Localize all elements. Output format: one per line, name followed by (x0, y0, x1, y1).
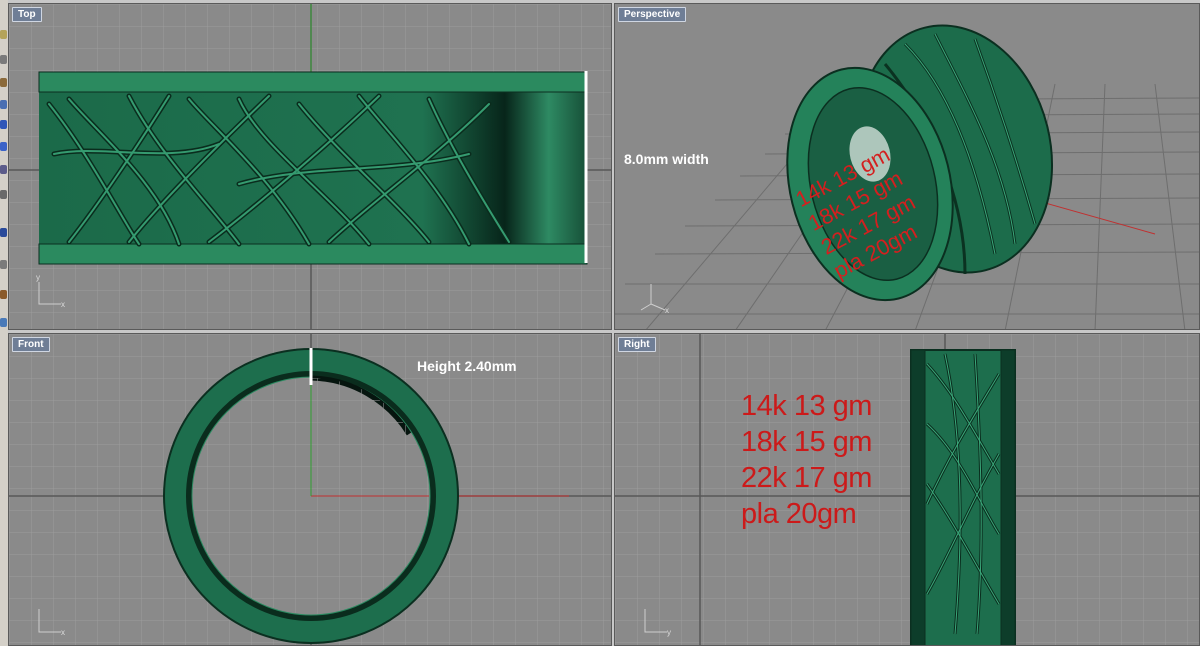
svg-text:y: y (667, 628, 671, 637)
ring-right-view (910, 349, 1016, 645)
viewport-label-perspective[interactable]: Perspective (618, 7, 687, 22)
toolbar-tool-icon[interactable] (0, 290, 7, 299)
toolbar-tool-icon[interactable] (0, 120, 7, 129)
right-view-canvas: y (615, 334, 1199, 645)
toolbar-tool-icon[interactable] (0, 190, 7, 199)
viewport-label-front[interactable]: Front (12, 337, 50, 352)
svg-text:x: x (61, 300, 65, 309)
viewport-front[interactable]: Front x Height 2.40mm (8, 333, 612, 646)
svg-text:x: x (665, 306, 669, 315)
toolbar-tool-icon[interactable] (0, 260, 7, 269)
viewport-perspective[interactable]: Perspective x 8.0mm width 14k 13 gm 18k … (614, 3, 1200, 330)
toolbar-tool-icon[interactable] (0, 228, 7, 237)
viewport-top[interactable]: Top x y (8, 3, 612, 330)
height-annotation: Height 2.40mm (417, 358, 517, 374)
weight-22k: 22k 17 gm (741, 462, 872, 494)
left-toolbar (0, 0, 8, 646)
toolbar-tool-icon[interactable] (0, 30, 7, 39)
width-annotation: 8.0mm width (624, 151, 709, 167)
top-view-canvas: x y (9, 4, 611, 329)
viewport-label-right[interactable]: Right (618, 337, 656, 352)
svg-text:y: y (36, 273, 40, 282)
toolbar-tool-icon[interactable] (0, 55, 7, 64)
toolbar-tool-icon[interactable] (0, 78, 7, 87)
toolbar-tool-icon[interactable] (0, 318, 7, 327)
weight-18k: 18k 15 gm (741, 426, 872, 458)
viewport-right[interactable]: Right y 14k 13 gm 18k 15 gm 22k 17 gm pl… (614, 333, 1200, 646)
weights-annotation: 14k 13 gm 18k 15 gm 22k 17 gm pla 20gm (741, 388, 872, 532)
ring-top-view (38, 71, 588, 265)
viewport-label-top[interactable]: Top (12, 7, 42, 22)
perspective-view-canvas: x (615, 4, 1199, 329)
toolbar-tool-icon[interactable] (0, 100, 7, 109)
toolbar-tool-icon[interactable] (0, 142, 7, 151)
front-view-canvas: x (9, 334, 611, 645)
svg-text:x: x (61, 628, 65, 637)
toolbar-tool-icon[interactable] (0, 165, 7, 174)
weight-pla: pla 20gm (741, 498, 857, 530)
weight-14k: 14k 13 gm (741, 390, 872, 422)
